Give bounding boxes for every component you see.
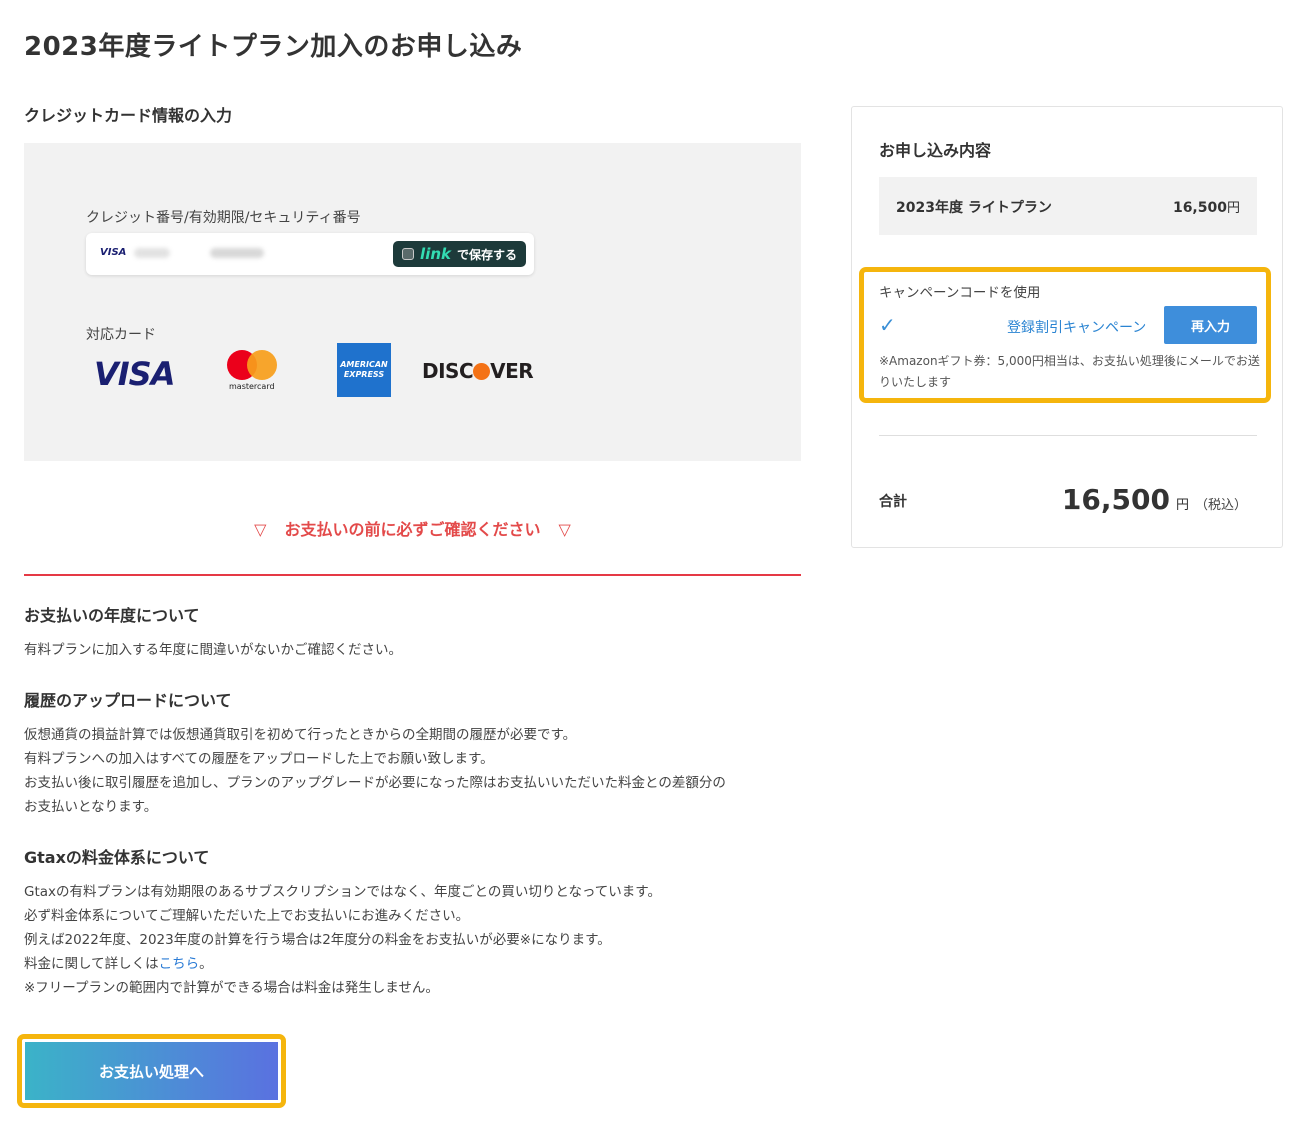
card-brand-icon: VISA: [100, 247, 127, 258]
card-section-heading: クレジットカード情報の入力: [24, 106, 233, 125]
divider: [24, 574, 801, 576]
checkmark-icon: ✓: [879, 313, 896, 337]
info-line: Gtaxの有料プランは有効期限のあるサブスクリプションではなく、年度ごとの買い切…: [24, 884, 661, 900]
info-body: 有料プランに加入する年度に間違いがないかご確認ください。: [24, 638, 814, 662]
info-line: 仮想通貨の損益計算では仮想通貨取引を初めて行ったときからの全期間の履歴が必要です…: [24, 727, 577, 743]
link-logo-icon: link: [420, 245, 451, 263]
summary-title: お申し込み内容: [879, 141, 992, 160]
confirm-notice-text: お支払いの前に必ずご確認ください: [284, 520, 541, 539]
info-line: お支払い後に取引履歴を追加し、プランのアップグレードが必要になった際はお支払いい…: [24, 775, 726, 791]
info-heading: Gtaxの料金体系について: [24, 848, 210, 867]
total-amount: 16,500 円 （税込）: [1062, 483, 1247, 516]
divider: [879, 435, 1257, 436]
link-prefix: 料金に関して詳しくは: [24, 956, 159, 972]
campaign-note: ※Amazonギフト券：5,000円相当は、お支払い処理後にメールでお送りいたし…: [879, 354, 1260, 389]
card-panel: クレジット番号/有効期限/セキュリティ番号 VISA link で保存する 対応…: [24, 143, 801, 461]
info-payment-year: お支払いの年度について 有料プランに加入する年度に間違いがないかご確認ください。: [24, 604, 814, 662]
card-expiry-masked[interactable]: [210, 248, 264, 258]
discover-logo-icon: DISC VER: [422, 359, 534, 383]
total-currency: 円: [1175, 498, 1189, 513]
info-heading: お支払いの年度について: [24, 606, 200, 625]
triangle-down-icon: ▽: [254, 520, 267, 539]
pricing-details-link[interactable]: こちら: [159, 956, 200, 972]
supported-card-logos: VISA mastercard AMERICAN EXPRESS DISC VER: [86, 343, 546, 399]
card-input[interactable]: VISA link で保存する: [86, 233, 534, 275]
page-title: 2023年度ライトプラン加入のお申し込み: [24, 32, 523, 62]
plan-name: 2023年度 ライトプラン: [896, 200, 1052, 216]
total-label: 合計: [879, 494, 907, 510]
campaign-name: 登録割引キャンペーン: [1007, 320, 1147, 336]
discover-logo-text-b: VER: [490, 359, 534, 383]
total-tax-note: （税込）: [1194, 498, 1247, 513]
amex-logo-line1: AMERICAN: [340, 360, 388, 369]
info-heading: 履歴のアップロードについて: [24, 691, 232, 710]
mastercard-logo-text: mastercard: [229, 382, 275, 391]
plan-row: 2023年度 ライトプラン 16,500円: [879, 177, 1257, 235]
reenter-button[interactable]: 再入力: [1164, 306, 1257, 344]
mastercard-logo-icon: mastercard: [225, 350, 281, 391]
info-line: 必ず料金体系についてご理解いただいた上でお支払いにお進みください。: [24, 908, 470, 924]
info-line: 有料プランに加入する年度に間違いがないかご確認ください。: [24, 642, 402, 658]
proceed-to-payment-button[interactable]: お支払い処理へ: [25, 1042, 278, 1100]
link-save-checkbox[interactable]: [402, 248, 415, 260]
order-summary-panel: お申し込み内容 2023年度 ライトプラン 16,500円 キャンペーンコードを…: [851, 106, 1283, 548]
link-save-button[interactable]: link で保存する: [393, 241, 526, 267]
triangle-down-icon: ▽: [558, 520, 571, 539]
link-save-label: で保存する: [456, 247, 517, 262]
discover-logo-text-a: DISC: [422, 359, 474, 383]
info-line: お支払いとなります。: [24, 799, 158, 815]
info-footnote: ※フリープランの範囲内で計算ができる場合は料金は発生しません。: [24, 980, 439, 996]
visa-logo-icon: VISA: [94, 355, 175, 393]
plan-price-currency: 円: [1226, 201, 1240, 216]
left-column: クレジットカード情報の入力 クレジット番号/有効期限/セキュリティ番号 VISA…: [24, 104, 801, 996]
info-body: Gtaxの有料プランは有効期限のあるサブスクリプションではなく、年度ごとの買い切…: [24, 880, 814, 1000]
plan-price-value: 16,500: [1172, 200, 1227, 216]
info-history-upload: 履歴のアップロードについて 仮想通貨の損益計算では仮想通貨取引を初めて行ったとき…: [24, 689, 814, 819]
info-line: 有料プランへの加入はすべての履歴をアップロードした上でお願い致します。: [24, 751, 494, 767]
total-amount-value: 16,500: [1061, 483, 1170, 516]
info-line-with-link: 料金に関して詳しくはこちら。: [24, 952, 814, 976]
info-pricing-system: Gtaxの料金体系について Gtaxの有料プランは有効期限のあるサブスクリプショ…: [24, 846, 814, 1000]
supported-cards-label: 対応カード: [86, 327, 156, 343]
card-number-masked[interactable]: [134, 248, 170, 258]
amex-logo-icon: AMERICAN EXPRESS: [337, 343, 391, 397]
link-suffix: 。: [199, 956, 213, 972]
card-field-label: クレジット番号/有効期限/セキュリティ番号: [86, 210, 361, 226]
info-line: 例えば2022年度、2023年度の計算を行う場合は2年度分の料金をお支払いが必要…: [24, 932, 611, 948]
plan-price: 16,500円: [1173, 197, 1240, 216]
confirm-notice: ▽ お支払いの前に必ずご確認ください ▽: [24, 516, 801, 540]
campaign-code-label: キャンペーンコードを使用: [879, 285, 1041, 301]
amex-logo-line2: EXPRESS: [343, 370, 385, 379]
info-body: 仮想通貨の損益計算では仮想通貨取引を初めて行ったときからの全期間の履歴が必要です…: [24, 723, 814, 819]
